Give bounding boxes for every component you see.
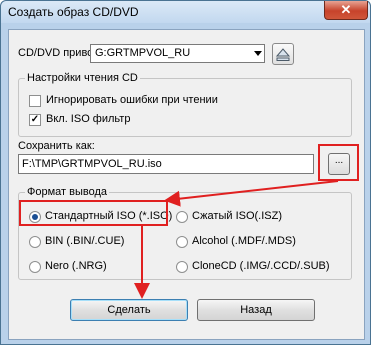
- eject-button[interactable]: [272, 43, 294, 65]
- close-button[interactable]: ✕: [324, 1, 368, 20]
- radio-bin[interactable]: [29, 236, 41, 248]
- option-nero[interactable]: Nero (.NRG): [45, 260, 107, 272]
- option-standard-iso[interactable]: Стандартный ISO (*.ISO): [45, 210, 172, 222]
- eject-icon: [275, 48, 291, 61]
- read-settings-title: Настройки чтения CD: [25, 72, 140, 84]
- close-icon: ✕: [340, 2, 352, 17]
- chevron-down-icon[interactable]: [254, 51, 262, 56]
- radio-compressed-iso[interactable]: [176, 211, 188, 223]
- read-settings-group: Настройки чтения CD Игнорировать ошибки …: [18, 72, 352, 137]
- save-path-input[interactable]: F:\TMP\GRTMPVOL_RU.iso: [18, 154, 314, 174]
- iso-filter-label: Вкл. ISO фильтр: [46, 113, 131, 125]
- ignore-errors-label: Игнорировать ошибки при чтении: [46, 94, 218, 106]
- output-format-group: Формат вывода Стандартный ISO (*.ISO) Сж…: [18, 186, 352, 280]
- browse-button[interactable]: ...: [328, 153, 350, 175]
- dialog-body: CD/DVD привод: G:GRTMPVOL_RU Настройки ч…: [8, 29, 365, 340]
- option-alcohol[interactable]: Alcohol (.MDF/.MDS): [192, 235, 296, 247]
- checkmark-icon: ✓: [30, 114, 40, 125]
- radio-nero[interactable]: [29, 261, 41, 273]
- dialog-window: Создать образ CD/DVD ✕ CD/DVD привод: G:…: [0, 0, 371, 345]
- save-as-label: Сохранить как:: [18, 140, 95, 152]
- radio-clonecd[interactable]: [176, 261, 188, 273]
- option-compressed-iso[interactable]: Сжатый ISO(.ISZ): [192, 210, 282, 222]
- title-bar[interactable]: Создать образ CD/DVD ✕: [1, 1, 370, 23]
- radio-alcohol[interactable]: [176, 236, 188, 248]
- radio-standard-iso[interactable]: [29, 211, 41, 223]
- window-title: Создать образ CD/DVD: [8, 5, 139, 19]
- drive-select-value: G:GRTMPVOL_RU: [95, 47, 191, 59]
- browse-button-label: ...: [334, 155, 344, 166]
- save-path-value: F:\TMP\GRTMPVOL_RU.iso: [22, 158, 162, 170]
- option-bin[interactable]: BIN (.BIN/.CUE): [45, 235, 124, 247]
- iso-filter-checkbox[interactable]: ✓: [29, 114, 41, 126]
- make-button[interactable]: Сделать: [70, 299, 188, 321]
- output-format-title: Формат вывода: [25, 186, 110, 198]
- option-clonecd[interactable]: CloneCD (.IMG/.CCD/.SUB): [192, 260, 330, 272]
- back-button[interactable]: Назад: [197, 299, 315, 321]
- ignore-errors-checkbox[interactable]: [29, 95, 41, 107]
- drive-select[interactable]: G:GRTMPVOL_RU: [90, 44, 265, 63]
